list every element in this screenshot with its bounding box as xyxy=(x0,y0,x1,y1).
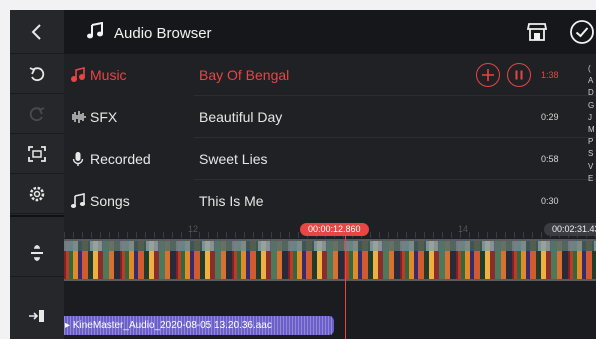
crop-button[interactable] xyxy=(10,134,64,174)
index-letter[interactable]: M xyxy=(588,124,596,136)
split-icon xyxy=(31,244,43,261)
playhead-line[interactable] xyxy=(345,236,346,339)
music-icon xyxy=(71,67,85,82)
category-label: SFX xyxy=(90,109,118,125)
audio-track-lane: ▸ KineMaster_Audio_2020-08-05 13.20.36.a… xyxy=(64,281,596,339)
audio-browser-screen: Audio Browser Music SFX Recorded Songs B… xyxy=(10,10,596,339)
split-button[interactable] xyxy=(10,229,64,277)
back-icon xyxy=(31,23,41,40)
track-row[interactable]: This Is Me 0:30 xyxy=(194,180,596,222)
page-title: Audio Browser xyxy=(114,25,212,42)
track-duration: 0:58 xyxy=(541,154,559,164)
track-row-selected[interactable]: Bay Of Bengal 1:38 xyxy=(194,54,596,96)
redo-icon xyxy=(29,106,45,121)
index-letter[interactable]: G xyxy=(588,100,596,112)
category-sfx[interactable]: SFX xyxy=(64,96,194,138)
rail-divider xyxy=(10,215,64,217)
thumbnail-strip xyxy=(64,241,596,251)
settings-icon xyxy=(29,186,45,201)
video-clip-thumbnails[interactable] xyxy=(64,239,596,281)
track-title: Bay Of Bengal xyxy=(199,67,290,83)
ruler-label: 12 xyxy=(188,224,199,234)
category-music[interactable]: Music xyxy=(64,54,194,96)
category-label: Music xyxy=(90,67,127,83)
category-label: Songs xyxy=(90,193,130,209)
index-letter[interactable]: J xyxy=(588,112,596,124)
music-note-icon xyxy=(87,22,103,39)
asset-store-button[interactable] xyxy=(526,22,548,47)
total-duration: 00:02:31.43 xyxy=(544,223,596,236)
index-letter[interactable]: V xyxy=(588,161,596,173)
jump-to-end-icon xyxy=(29,310,44,322)
timeline-ruler[interactable]: 12 14 00:00:12.860 00:02:31.43 xyxy=(64,220,596,238)
alphabet-index[interactable]: ( A D G J M P S V E xyxy=(588,63,596,185)
track-duration: 0:30 xyxy=(541,196,559,206)
index-letter[interactable]: A xyxy=(588,75,596,87)
track-row[interactable]: Beautiful Day 0:29 xyxy=(194,96,596,138)
category-recorded[interactable]: Recorded xyxy=(64,138,194,180)
browser-header: Audio Browser xyxy=(64,10,596,54)
track-title: Beautiful Day xyxy=(199,109,283,125)
add-icon xyxy=(482,69,494,81)
store-icon xyxy=(526,23,548,41)
undo-icon xyxy=(29,66,45,81)
audio-clip[interactable]: ▸ KineMaster_Audio_2020-08-05 13.20.36.a… xyxy=(64,316,334,335)
redo-button[interactable] xyxy=(10,94,64,134)
index-letter[interactable]: P xyxy=(588,136,596,148)
jump-to-end-button[interactable] xyxy=(10,293,64,339)
index-letter[interactable]: ( xyxy=(588,63,596,75)
pause-icon xyxy=(515,70,523,80)
done-button[interactable] xyxy=(570,20,594,49)
waveform-icon xyxy=(72,111,86,123)
music-note-icon xyxy=(70,193,86,208)
ruler-label: 14 xyxy=(458,224,469,234)
track-row[interactable]: Sweet Lies 0:58 xyxy=(194,138,596,180)
pause-preview-button[interactable] xyxy=(507,63,531,87)
audio-clip-label: ▸ KineMaster_Audio_2020-08-05 13.20.36.a… xyxy=(65,320,272,331)
audio-browser-panel: Audio Browser Music SFX Recorded Songs B… xyxy=(64,10,596,220)
track-duration: 1:38 xyxy=(541,70,559,80)
category-songs[interactable]: Songs xyxy=(64,180,194,222)
microphone-icon xyxy=(72,152,84,166)
undo-button[interactable] xyxy=(10,54,64,94)
track-title: This Is Me xyxy=(199,193,264,209)
settings-button[interactable] xyxy=(10,174,64,214)
index-letter[interactable]: D xyxy=(588,87,596,99)
tool-rail xyxy=(10,10,64,339)
crop-icon xyxy=(28,145,46,162)
add-track-button[interactable] xyxy=(476,63,500,87)
checkmark-icon xyxy=(570,20,594,44)
index-letter[interactable]: E xyxy=(588,173,596,185)
category-label: Recorded xyxy=(90,151,151,167)
index-letter[interactable]: S xyxy=(588,148,596,160)
playhead-time: 00:00:12.860 xyxy=(300,223,369,236)
track-title: Sweet Lies xyxy=(199,151,268,167)
track-duration: 0:29 xyxy=(541,112,559,122)
audio-clip-filename: KineMaster_Audio_2020-08-05 13.20.36.aac xyxy=(72,320,272,331)
back-button[interactable] xyxy=(10,10,64,54)
